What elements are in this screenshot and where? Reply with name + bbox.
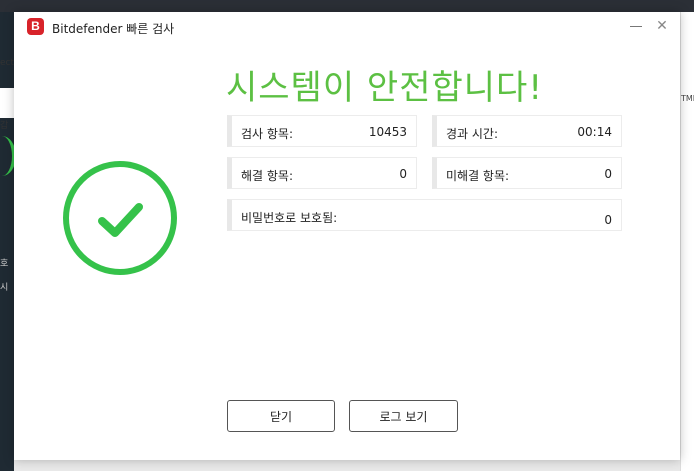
stat-value: 00:14 xyxy=(577,125,612,139)
close-window-button[interactable]: ✕ xyxy=(654,18,670,34)
stat-label: 비밀번호로 보호됨: xyxy=(241,211,338,225)
stat-label: 해결 항목: xyxy=(241,169,294,183)
stat-label: 미해결 항목: xyxy=(446,169,510,183)
background-text: 시 xyxy=(0,283,9,293)
title-bar[interactable]: B Bitdefender 빠른 검사 ✕ xyxy=(14,12,680,42)
stat-elapsed-time: 경과 시간: 00:14 xyxy=(432,115,622,147)
check-circle-icon xyxy=(63,161,177,275)
result-heading: 시스템이 안전합니다! xyxy=(226,68,543,108)
view-log-button[interactable]: 로그 보기 xyxy=(349,400,458,432)
bitdefender-logo-icon: B xyxy=(27,18,44,35)
stat-scanned-items: 검사 항목: 10453 xyxy=(227,115,417,147)
background-text: 갑 xyxy=(0,121,9,131)
background-text: 호 xyxy=(0,259,9,269)
close-button[interactable]: 닫기 xyxy=(227,400,335,432)
stat-value: 0 xyxy=(399,167,407,181)
background-app-header xyxy=(0,0,694,12)
background-text: TMI xyxy=(681,94,694,103)
window-title: Bitdefender 빠른 검사 xyxy=(52,22,175,36)
scan-result-dialog: B Bitdefender 빠른 검사 ✕ 시스템이 안전합니다! 검사 항목:… xyxy=(14,12,680,460)
stat-value: 0 xyxy=(604,213,612,227)
minimize-button[interactable] xyxy=(626,20,646,34)
background-app-right: TMI xyxy=(680,12,694,471)
background-app-left: ecti 갑 호 시 xyxy=(0,12,17,471)
stat-unresolved-items: 미해결 항목: 0 xyxy=(432,157,622,189)
stat-value: 10453 xyxy=(368,125,407,139)
stat-resolved-items: 해결 항목: 0 xyxy=(227,157,417,189)
stat-value: 0 xyxy=(604,167,612,181)
stat-label: 경과 시간: xyxy=(446,127,499,141)
stat-label: 검사 항목: xyxy=(241,127,294,141)
background-panel: 갑 xyxy=(0,88,14,131)
stat-password-protected: 비밀번호로 보호됨: 0 xyxy=(227,199,622,231)
